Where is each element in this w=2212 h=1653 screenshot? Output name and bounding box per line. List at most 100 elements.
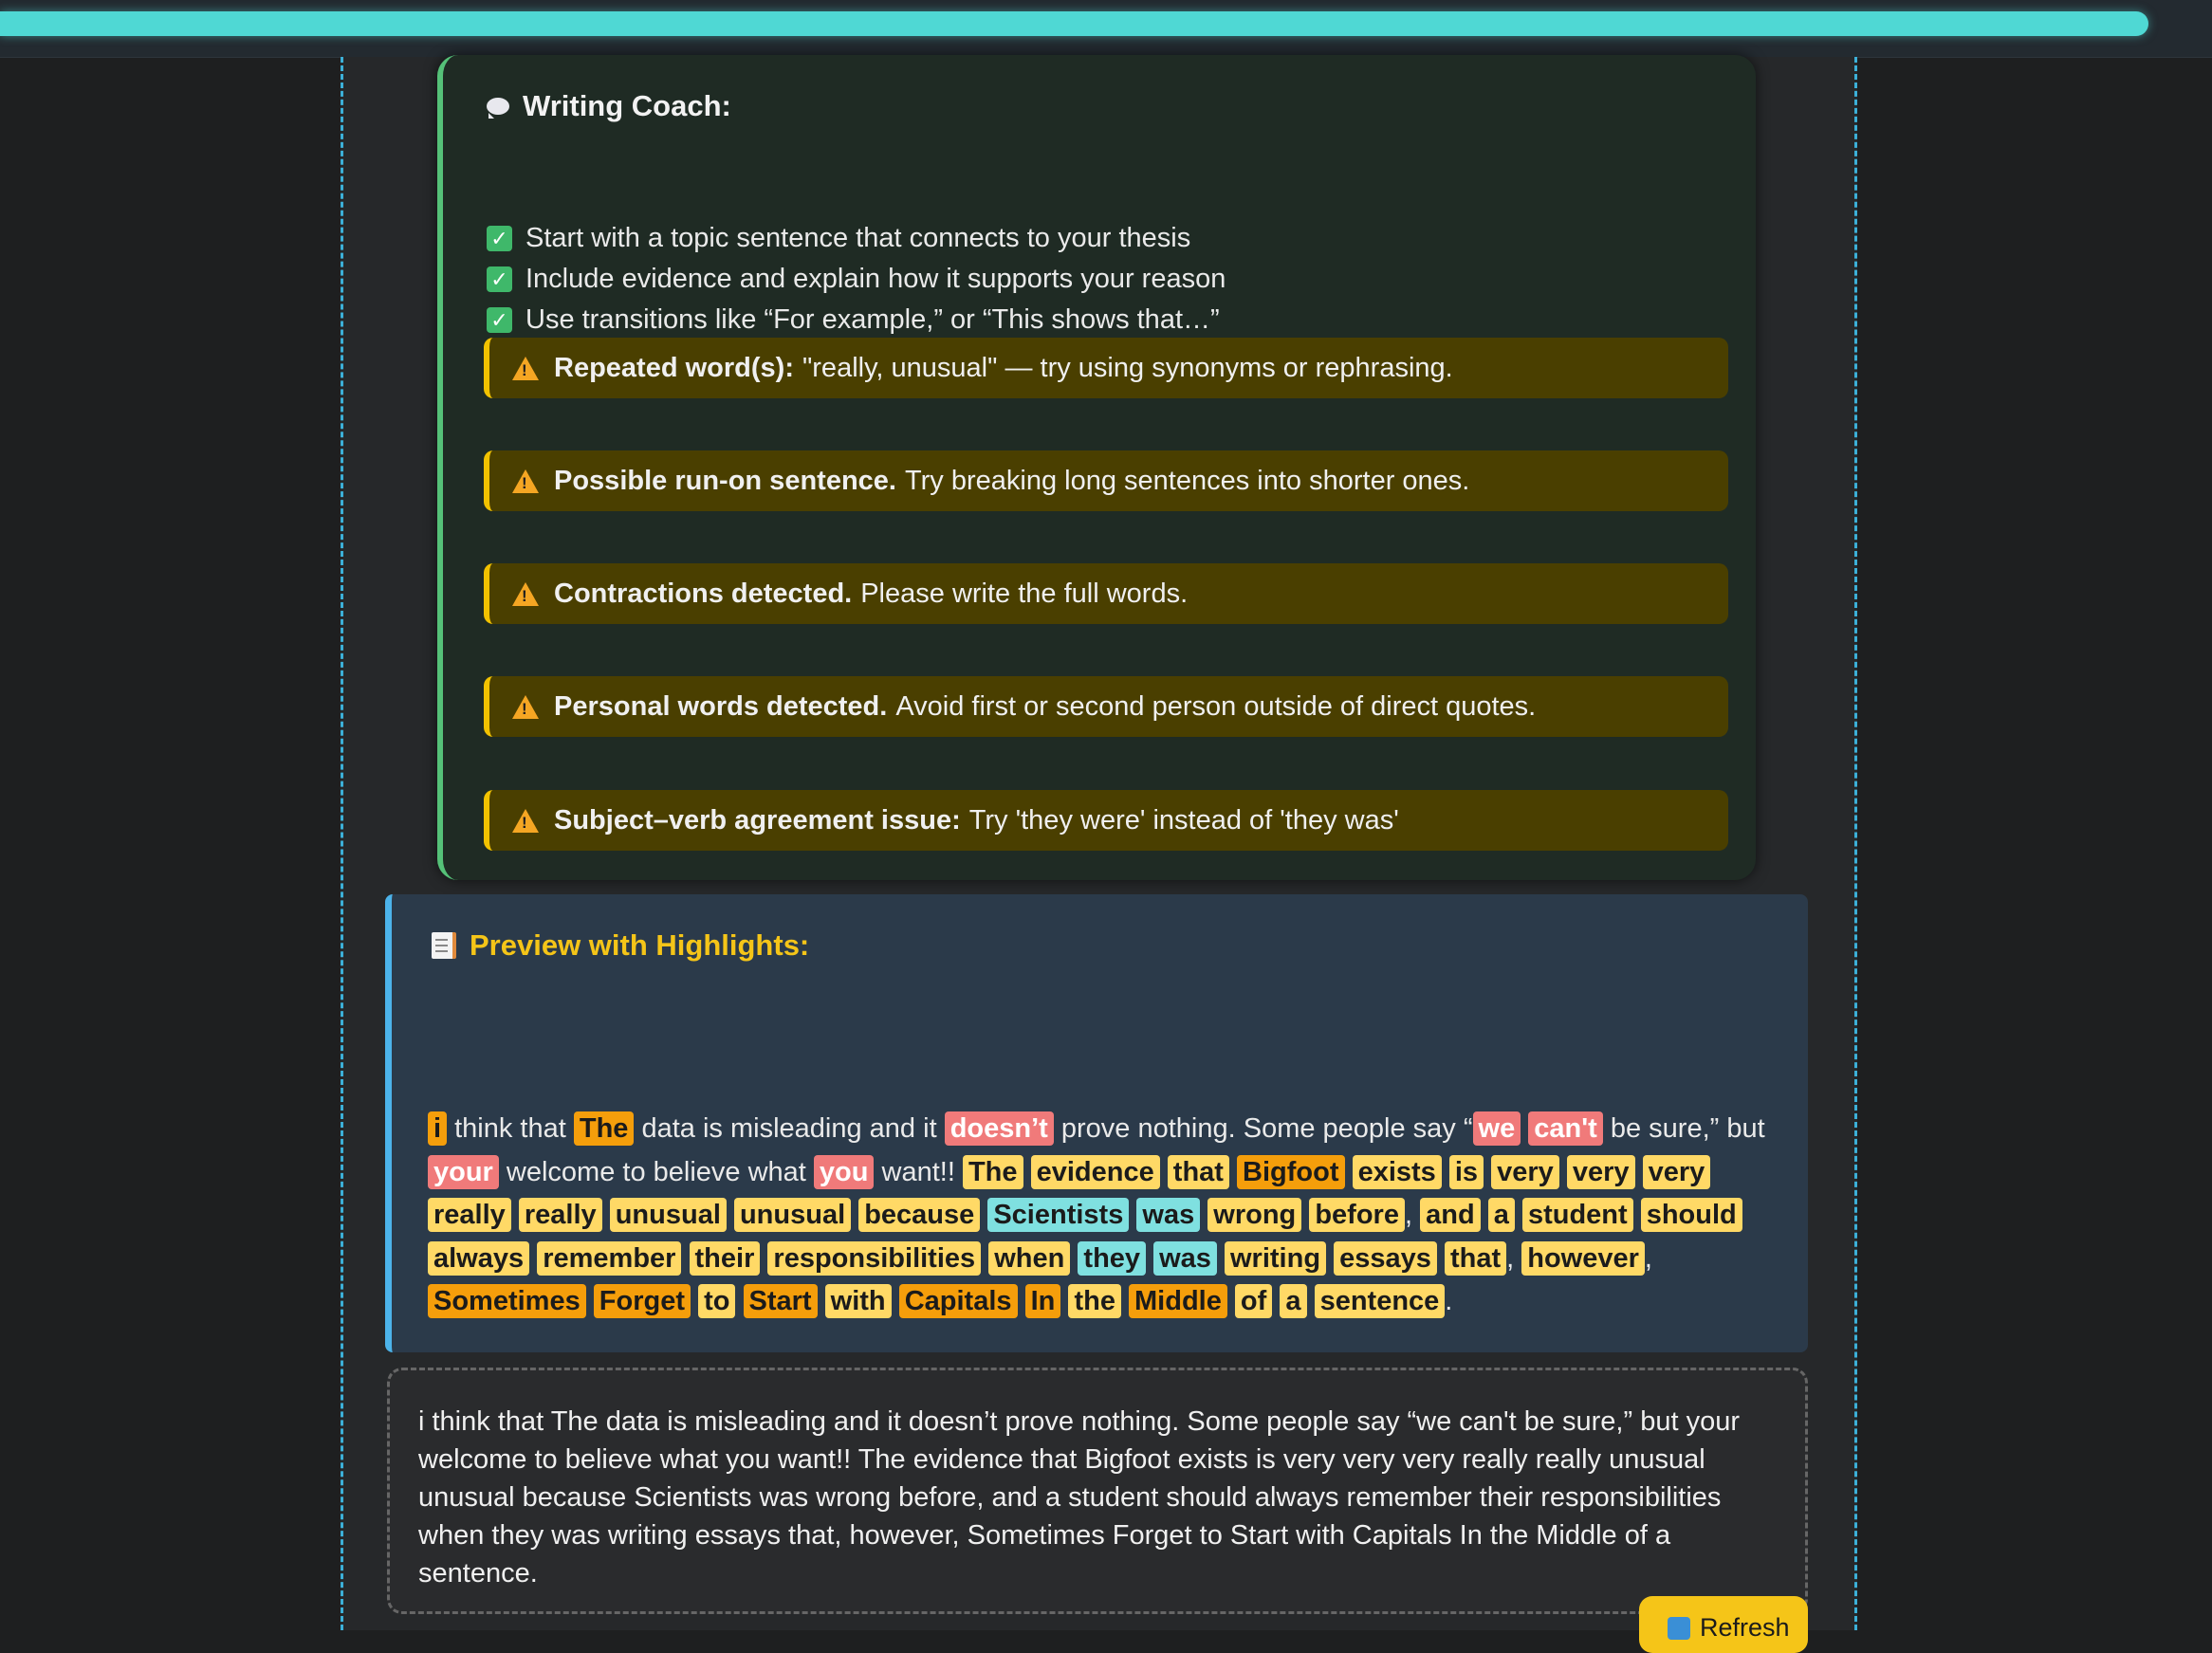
highlighted-word: The xyxy=(962,1154,1023,1189)
preview-text-segment xyxy=(1227,1286,1235,1316)
checkbox-checked-icon: ✓ xyxy=(487,266,512,292)
refresh-button[interactable]: Refresh xyxy=(1639,1596,1808,1653)
highlighted-word: because xyxy=(858,1198,981,1232)
highlighted-word: you xyxy=(813,1154,875,1189)
refresh-icon xyxy=(1668,1617,1690,1640)
highlighted-word: very xyxy=(1491,1154,1559,1189)
preview-text-segment: prove nothing. Some people say “ xyxy=(1053,1113,1473,1144)
alert-run-on: Possible run-on sentence.Try breaking lo… xyxy=(484,450,1728,511)
warning-icon xyxy=(512,581,539,606)
highlighted-word: when xyxy=(988,1240,1071,1276)
preview-text-segment xyxy=(1515,1200,1522,1230)
alert-contractions: Contractions detected.Please write the f… xyxy=(484,563,1728,624)
highlighted-word: is xyxy=(1448,1154,1484,1189)
warning-icon xyxy=(512,468,539,493)
highlighted-word: and xyxy=(1420,1198,1481,1232)
highlighted-word: writing xyxy=(1225,1240,1327,1276)
warning-icon xyxy=(512,356,539,380)
writing-coach-title: Writing Coach: xyxy=(523,89,731,122)
highlighted-word: that xyxy=(1167,1154,1229,1189)
warning-icon xyxy=(512,808,539,833)
essay-textarea[interactable]: i think that The data is misleading and … xyxy=(387,1368,1808,1614)
preview-text-segment: , xyxy=(1644,1242,1652,1274)
preview-text-segment: . xyxy=(1445,1286,1453,1316)
highlighted-word: Scientists xyxy=(987,1198,1130,1232)
highlighted-word: of xyxy=(1234,1284,1273,1318)
highlighted-word: Forget xyxy=(593,1284,691,1318)
highlighted-word: your xyxy=(428,1154,499,1189)
preview-text-segment: , xyxy=(1506,1242,1522,1274)
preview-text-segment: , xyxy=(1404,1200,1421,1230)
highlighted-word: should xyxy=(1640,1198,1742,1232)
preview-text-segment xyxy=(818,1286,825,1316)
refresh-button-label: Refresh xyxy=(1700,1613,1790,1642)
highlighted-word: Middle xyxy=(1129,1284,1227,1318)
preview-text-segment xyxy=(1023,1157,1031,1187)
preview-text-segment xyxy=(1484,1157,1491,1187)
highlighted-word: was xyxy=(1153,1240,1217,1276)
highlighted-word: a xyxy=(1487,1198,1515,1232)
alert-personal-words: Personal words detected.Avoid first or s… xyxy=(484,676,1728,737)
highlighted-word: always xyxy=(428,1240,530,1276)
preview-text-segment: welcome to believe what xyxy=(498,1156,814,1187)
highlighted-word: student xyxy=(1521,1198,1633,1232)
highlighted-word: wrong xyxy=(1207,1198,1302,1232)
essay-text: i think that The data is misleading and … xyxy=(418,1406,1740,1589)
highlighted-word: to xyxy=(698,1284,736,1318)
highlighted-word: The xyxy=(573,1111,635,1146)
preview-text-segment xyxy=(1345,1157,1353,1187)
top-bar xyxy=(0,0,2212,58)
preview-text-segment xyxy=(1217,1243,1225,1274)
writing-coach-heading: Writing Coach: xyxy=(487,89,731,123)
preview-title: Preview with Highlights: xyxy=(470,928,810,962)
preview-text-segment xyxy=(1121,1286,1129,1316)
preview-text-segment xyxy=(681,1243,689,1274)
highlighted-word: can't xyxy=(1528,1111,1603,1146)
preview-text-segment xyxy=(586,1286,594,1316)
highlighted-word: before xyxy=(1309,1198,1405,1232)
preview-text-segment xyxy=(1307,1286,1315,1316)
highlighted-word: Bigfoot xyxy=(1237,1154,1345,1189)
highlighted-word: exists xyxy=(1352,1154,1442,1189)
warning-icon xyxy=(512,694,539,719)
preview-text-segment xyxy=(1481,1200,1488,1230)
speech-bubble-icon xyxy=(487,98,509,119)
preview-text-segment xyxy=(1437,1243,1445,1274)
highlighted-word: very xyxy=(1642,1154,1711,1189)
highlighted-word: doesn’t xyxy=(944,1111,1054,1146)
preview-text-segment xyxy=(1442,1157,1449,1187)
highlighted-word: really xyxy=(518,1198,602,1232)
alert-repeated-words: Repeated word(s):"really, unusual" — try… xyxy=(484,338,1728,398)
highlighted-word: their xyxy=(689,1240,761,1276)
alert-subject-verb: Subject–verb agreement issue:Try 'they w… xyxy=(484,790,1728,851)
preview-text-segment xyxy=(602,1200,610,1230)
highlighted-word: with xyxy=(824,1284,892,1318)
highlighted-word: responsibilities xyxy=(767,1240,982,1276)
highlighted-word: really xyxy=(428,1198,511,1232)
preview-text-segment xyxy=(1326,1243,1334,1274)
progress-bar xyxy=(0,11,2148,36)
writing-coach-panel: Writing Coach: ✓ Start with a topic sente… xyxy=(437,55,1756,880)
highlighted-word: that xyxy=(1444,1240,1507,1276)
highlighted-word: very xyxy=(1566,1154,1635,1189)
highlighted-preview-text: i think that The data is misleading and … xyxy=(428,1108,1794,1324)
preview-text-segment xyxy=(1229,1157,1237,1187)
highlighted-word: was xyxy=(1136,1198,1201,1232)
preview-text-segment xyxy=(981,1243,988,1274)
checkbox-checked-icon: ✓ xyxy=(487,226,512,251)
highlighted-word: Capitals xyxy=(898,1284,1018,1318)
highlighted-word: the xyxy=(1068,1284,1121,1318)
preview-text-segment xyxy=(1018,1286,1025,1316)
highlighted-word: Start xyxy=(743,1284,818,1318)
preview-heading: Preview with Highlights: xyxy=(432,928,809,963)
checkbox-checked-icon: ✓ xyxy=(487,307,512,333)
preview-text-segment: be sure,” but xyxy=(1602,1113,1765,1144)
highlighted-word: unusual xyxy=(609,1198,727,1232)
highlighted-word: In xyxy=(1024,1284,1061,1318)
highlighted-word: essays xyxy=(1334,1240,1437,1276)
highlighted-word: they xyxy=(1078,1240,1147,1276)
preview-text-segment xyxy=(1559,1157,1567,1187)
memo-icon xyxy=(432,932,456,959)
preview-text-segment xyxy=(1635,1157,1643,1187)
highlighted-word: remember xyxy=(537,1240,682,1276)
